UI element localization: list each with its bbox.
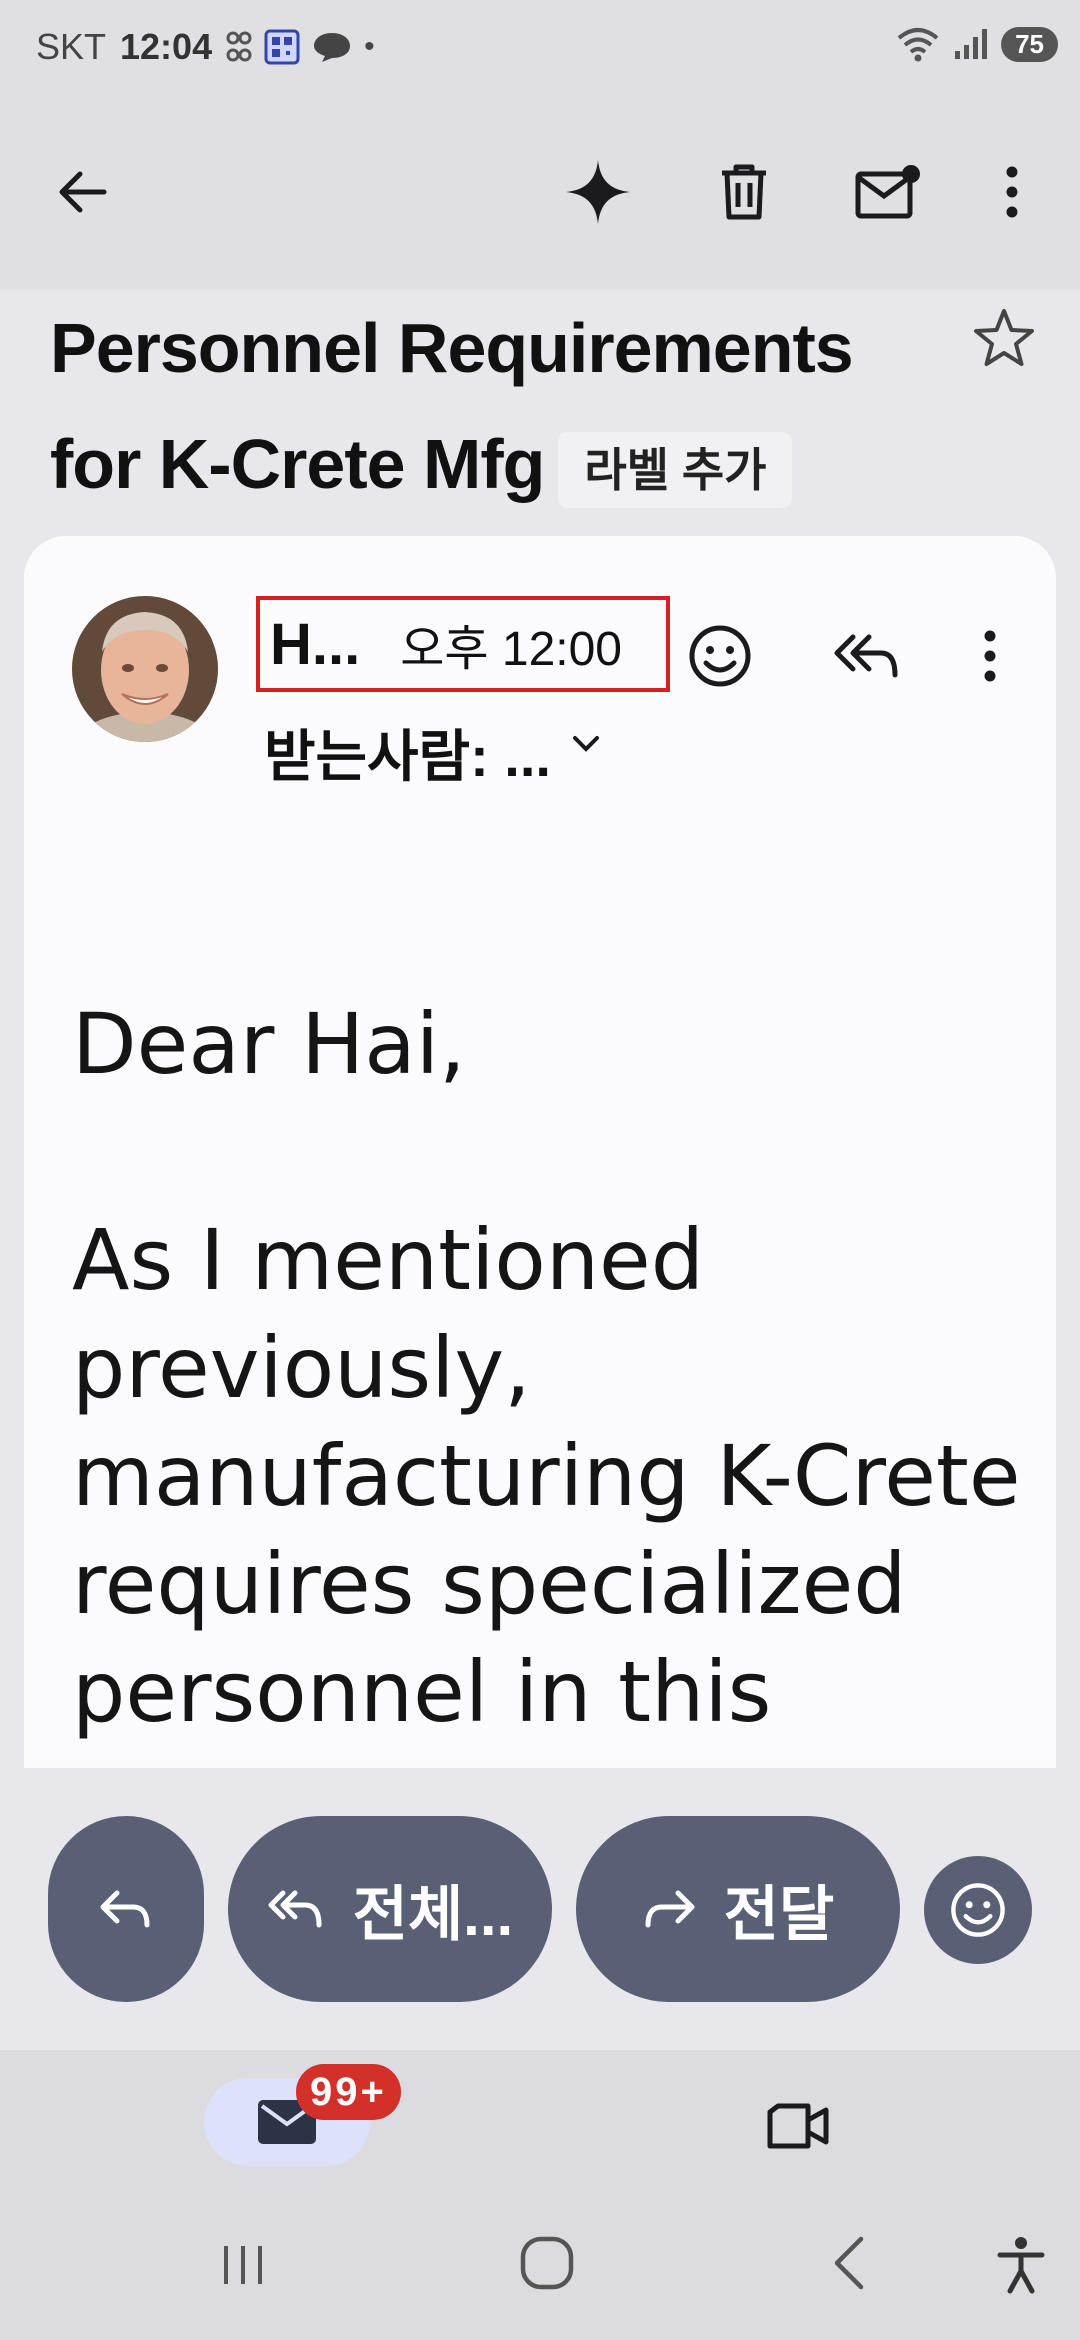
- system-back-button[interactable]: [814, 2228, 884, 2298]
- chevron-down-icon: [572, 735, 599, 752]
- sender-avatar-image: [72, 596, 218, 742]
- signal-icon: [955, 29, 988, 59]
- status-right: 75: [895, 26, 1058, 62]
- video-camera-icon: [767, 2103, 829, 2149]
- more-options-button[interactable]: [972, 152, 1052, 232]
- reply-icon: [100, 1890, 150, 1928]
- subject-heading: Personnel Requirements for K-Crete Mfg 라벨…: [50, 290, 950, 522]
- avatar[interactable]: [72, 596, 218, 742]
- recent-apps-button[interactable]: [208, 2230, 278, 2300]
- unread-count-badge: 99+: [296, 2064, 401, 2120]
- smiley-icon: [689, 625, 751, 687]
- more-vert-icon: [984, 630, 996, 682]
- body-paragraph: As I mentioned previously, manufacturing…: [72, 1211, 1021, 1741]
- chevron-left-icon: [834, 2236, 864, 2290]
- trash-icon: [722, 164, 766, 220]
- smiley-icon: [951, 1883, 1005, 1937]
- sent-time: 오후 12:00: [400, 623, 623, 676]
- reply-all-header-button[interactable]: [826, 616, 906, 696]
- star-outline-icon: [974, 309, 1034, 366]
- app-notif-icon: [226, 31, 252, 62]
- chat-icon: [314, 33, 351, 62]
- add-label-chip[interactable]: 라벨 추가: [558, 431, 793, 508]
- reply-all-icon: [834, 634, 898, 678]
- forward-label: 전달: [723, 1880, 835, 1948]
- mail-unread-icon: [855, 165, 920, 219]
- home-icon: [520, 2236, 574, 2290]
- notification-icons: •: [226, 29, 375, 65]
- recent-apps-icon: [224, 2246, 262, 2284]
- reply-all-icon: [268, 1890, 322, 1928]
- wifi-icon: [897, 28, 939, 62]
- forward-icon: [645, 1890, 695, 1928]
- nav-meet-tab[interactable]: [752, 2086, 842, 2166]
- recipient-label: 받는사람: ...: [264, 725, 551, 788]
- emoji-reaction-button[interactable]: [924, 1856, 1032, 1964]
- message-body: Dear Hai, As I mentioned previously, man…: [72, 990, 1032, 1766]
- sender-header[interactable]: H... 오후 12:00: [256, 596, 670, 692]
- battery-indicator: 75: [1001, 26, 1058, 62]
- qr-icon: [264, 29, 300, 65]
- add-reaction-button[interactable]: [680, 616, 760, 696]
- message-more-button[interactable]: [950, 616, 1030, 696]
- home-button[interactable]: [512, 2228, 582, 2298]
- mark-unread-button[interactable]: [846, 152, 930, 232]
- reply-all-label: 전체...: [352, 1880, 514, 1948]
- gemini-button[interactable]: [558, 152, 638, 232]
- sparkle-icon: [566, 160, 630, 224]
- accessibility-icon: [997, 2237, 1045, 2294]
- star-button[interactable]: [972, 306, 1044, 378]
- more-vert-icon: [1006, 166, 1018, 218]
- carrier-label: SKT: [36, 26, 107, 67]
- reply-all-button[interactable]: 전체...: [228, 1816, 552, 2002]
- forward-button[interactable]: 전달: [576, 1816, 900, 2002]
- greeting: Dear Hai,: [72, 995, 466, 1093]
- sender-name: H...: [270, 611, 361, 677]
- clock: 12:04: [120, 26, 213, 67]
- back-button[interactable]: [42, 152, 122, 232]
- recipient-row[interactable]: 받는사람: ...: [264, 712, 601, 793]
- status-left: SKT 12:04 •: [36, 26, 375, 68]
- arrow-left-icon: [59, 171, 107, 213]
- accessibility-button[interactable]: [986, 2230, 1056, 2300]
- reply-button[interactable]: [48, 1816, 204, 2002]
- delete-button[interactable]: [704, 152, 784, 232]
